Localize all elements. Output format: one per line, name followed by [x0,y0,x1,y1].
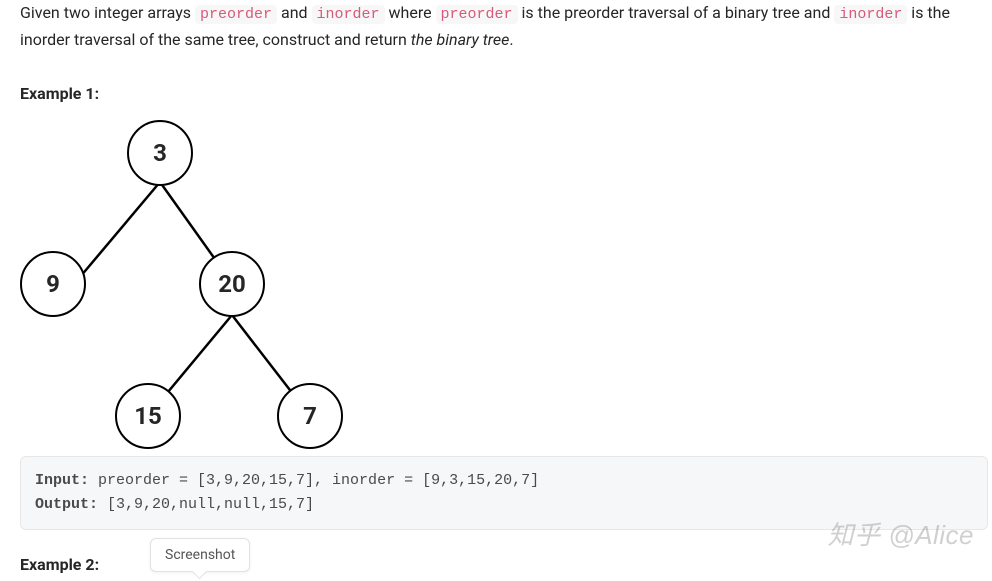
watermark: 知乎 @Alice [828,515,974,557]
input-label: Input: [35,472,89,489]
code-preorder: preorder [436,5,518,24]
text: Given two integer arrays [20,3,195,22]
output-value: [3,9,20,null,null,15,7] [98,496,314,513]
text: . [509,30,513,49]
text: where [385,3,436,22]
binary-tree-diagram: 3 9 20 15 7 [20,120,360,450]
tree-node: 20 [199,251,265,317]
example-1-label: Example 1: [20,81,972,107]
tree-node: 7 [277,383,343,449]
tree-node: 15 [115,383,181,449]
output-label: Output: [35,496,98,513]
problem-description: Given two integer arrays preorder and in… [20,0,972,53]
screenshot-tooltip[interactable]: Screenshot [150,538,250,572]
input-value: preorder = [3,9,20,15,7], inorder = [9,3… [89,472,539,489]
text: is the preorder traversal of a binary tr… [518,3,835,22]
tree-node: 3 [127,120,193,186]
code-preorder: preorder [195,5,277,24]
emphasis: the binary tree [411,30,510,49]
tree-node: 9 [20,251,86,317]
code-inorder: inorder [312,5,385,24]
code-inorder: inorder [834,5,907,24]
text: and [277,3,312,22]
